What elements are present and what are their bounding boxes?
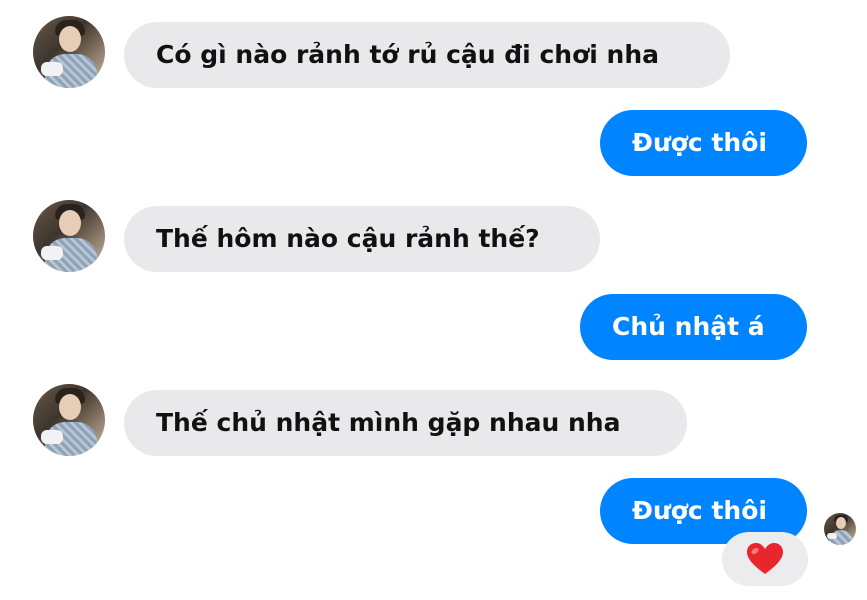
contact-avatar[interactable] <box>33 200 105 272</box>
heart-icon <box>747 543 783 574</box>
incoming-message[interactable]: Thế chủ nhật mình gặp nhau nha <box>124 390 687 456</box>
contact-avatar[interactable] <box>33 16 105 88</box>
read-receipt-avatar <box>824 513 856 545</box>
outgoing-message[interactable]: Được thôi <box>600 110 807 176</box>
outgoing-message[interactable]: Chủ nhật á <box>580 294 807 360</box>
incoming-message[interactable]: Thế hôm nào cậu rảnh thế? <box>124 206 600 272</box>
message-reaction[interactable] <box>722 532 808 586</box>
contact-avatar[interactable] <box>33 384 105 456</box>
incoming-message[interactable]: Có gì nào rảnh tớ rủ cậu đi chơi nha <box>124 22 730 88</box>
